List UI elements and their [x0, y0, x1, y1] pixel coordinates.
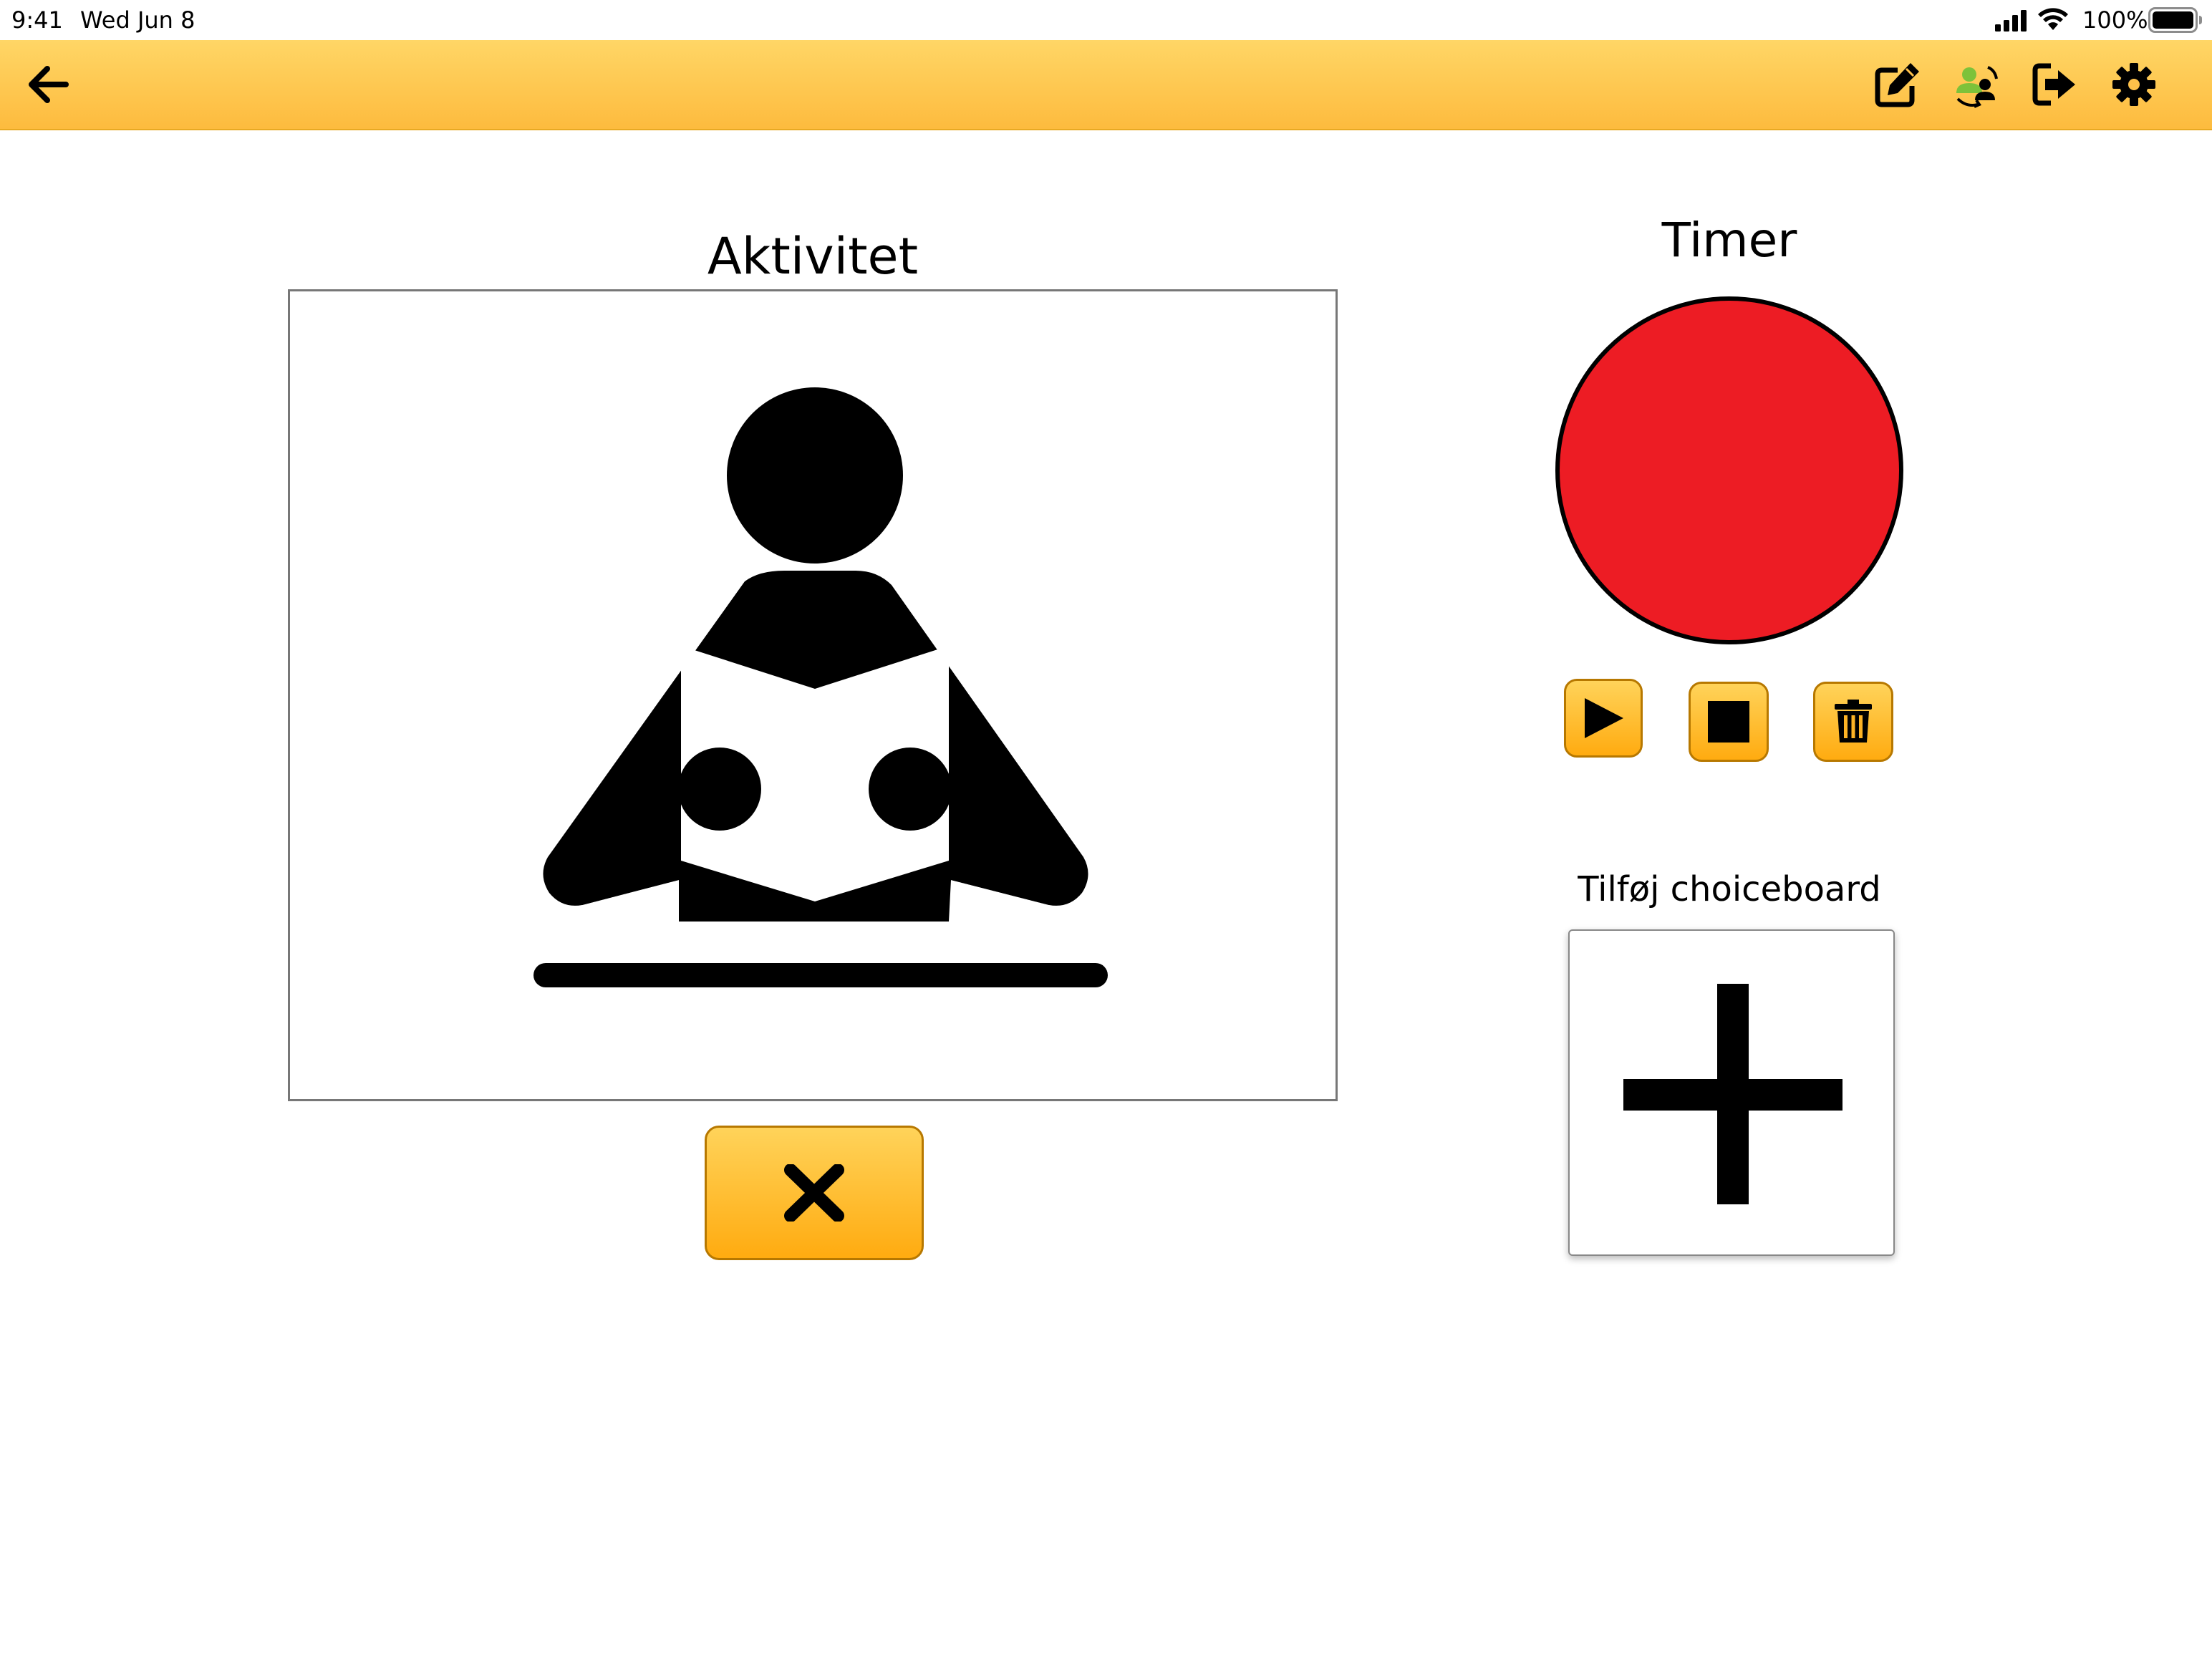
- add-choiceboard-button[interactable]: [1568, 929, 1895, 1256]
- timer-display: [1555, 296, 1903, 644]
- battery-icon: [2148, 7, 2203, 36]
- stop-icon: [1708, 701, 1749, 743]
- activity-card[interactable]: [288, 289, 1338, 1101]
- switch-user-button[interactable]: [1952, 60, 2001, 109]
- choiceboard-heading: Tilføj choiceboard: [1578, 869, 1881, 909]
- timer-heading: Timer: [1661, 213, 1797, 268]
- close-icon: [784, 1164, 844, 1222]
- cellular-signal-icon: [1995, 10, 2028, 34]
- logout-button[interactable]: [2031, 60, 2080, 109]
- timer-stop-button[interactable]: [1689, 682, 1769, 762]
- battery-percent: 100%: [2082, 6, 2148, 34]
- gear-icon: [2112, 63, 2155, 106]
- play-icon: [1585, 698, 1623, 738]
- settings-button[interactable]: [2110, 60, 2158, 109]
- edit-button[interactable]: [1873, 60, 1922, 109]
- arrow-left-icon: [29, 66, 69, 103]
- status-date: Wed Jun 8: [80, 6, 195, 34]
- trash-icon: [1835, 700, 1872, 743]
- wifi-icon: [2038, 7, 2068, 34]
- back-button[interactable]: [23, 60, 72, 109]
- logout-icon: [2032, 63, 2075, 106]
- remove-activity-button[interactable]: [705, 1126, 924, 1260]
- person-reading-icon: [533, 387, 1108, 987]
- plus-icon: [1623, 984, 1842, 1204]
- status-bar: 9:41 Wed Jun 8 100%: [0, 0, 2212, 40]
- status-time: 9:41: [11, 6, 63, 34]
- timer-delete-button[interactable]: [1813, 682, 1893, 762]
- timer-play-button[interactable]: [1564, 679, 1643, 758]
- user-switch-icon: [1956, 66, 1998, 108]
- edit-icon: [1875, 63, 1919, 107]
- activity-heading: Aktivitet: [707, 227, 919, 286]
- toolbar: [0, 40, 2212, 130]
